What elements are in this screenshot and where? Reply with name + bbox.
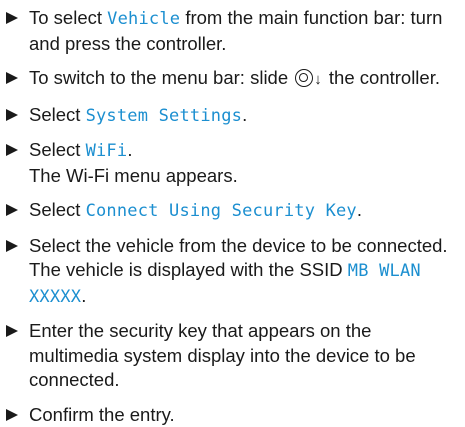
step-select-connect-security-key: Select Connect Using Security Key. [4,198,459,224]
triangle-bullet-icon [6,144,18,156]
step-text: . [357,199,362,220]
step-text: To select [29,7,107,28]
instruction-page: To select Vehicle from the main function… [0,0,465,424]
step-enter-security-key: Enter the security key that appears on t… [4,319,459,393]
step-select-wifi: Select WiFi. The Wi-Fi menu appears. [4,138,459,188]
step-text: Confirm the entry. [29,404,175,425]
step-select-system-settings: Select System Settings. [4,103,459,129]
step-text: Enter the security key that appears on t… [29,320,416,390]
down-arrow-icon: ↓ [314,68,322,93]
step-text: Select [29,104,86,125]
triangle-bullet-icon [6,72,18,84]
step-text: . [127,139,132,160]
triangle-bullet-icon [6,325,18,337]
triangle-bullet-icon [6,409,18,421]
triangle-bullet-icon [6,12,18,24]
controller-slide-down-icon [295,69,313,87]
triangle-bullet-icon [6,240,18,252]
triangle-bullet-icon [6,204,18,216]
menu-term-system-settings: System Settings [86,106,243,126]
step-text: . [242,104,247,125]
menu-term-vehicle: Vehicle [107,9,180,29]
menu-term-connect-using-security-key: Connect Using Security Key [86,201,357,221]
step-select-vehicle-device: Select the vehicle from the device to be… [4,234,459,310]
step-result-text: The Wi-Fi menu appears. [29,164,459,189]
step-text: the controller. [324,67,440,88]
step-confirm-entry: Confirm the entry. [4,403,459,427]
step-list: To select Vehicle from the main function… [4,6,459,427]
step-text: . [81,285,86,306]
step-select-vehicle: To select Vehicle from the main function… [4,6,459,56]
menu-term-wifi: WiFi [86,141,128,161]
step-text: Select [29,199,86,220]
triangle-bullet-icon [6,109,18,121]
step-text: To switch to the menu bar: slide [29,67,293,88]
step-switch-menu-bar: To switch to the menu bar: slide ↓ the c… [4,66,459,93]
step-text: Select [29,139,86,160]
